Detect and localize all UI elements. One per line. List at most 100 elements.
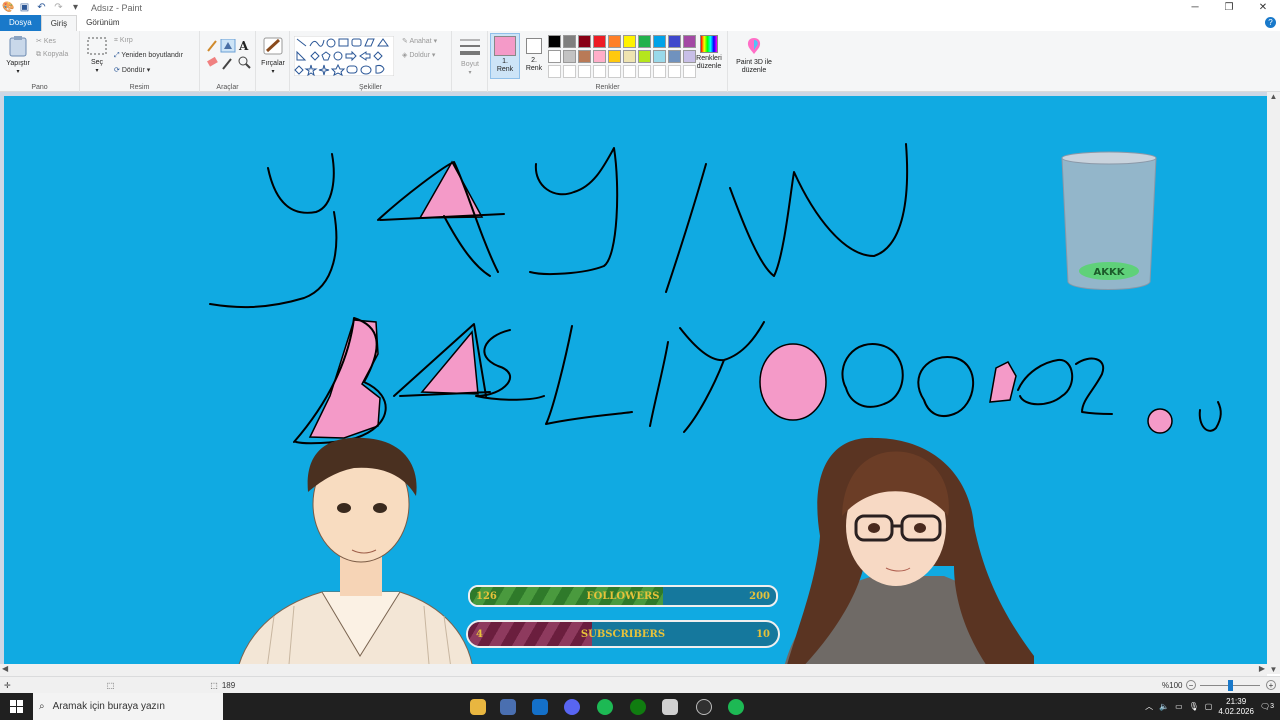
color2-button[interactable]: 2. Renk — [520, 33, 548, 79]
cut-button[interactable]: ✂ Kes — [36, 37, 56, 45]
palette-swatch[interactable] — [638, 35, 651, 48]
palette-swatch[interactable] — [548, 35, 561, 48]
paint-taskbar-icon[interactable] — [662, 699, 678, 715]
palette-swatch[interactable] — [593, 50, 606, 63]
cut-label: Kes — [43, 38, 56, 45]
ribbon: Yapıştır ▾ ✂ Kes ⧉ Kopyala Pano Seç ▾ ⌗ … — [0, 31, 1280, 92]
color-picker-icon[interactable] — [222, 58, 232, 70]
rotate-button[interactable]: ⟳ Döndür ▾ — [114, 66, 150, 74]
brushes-button[interactable]: Fırçalar ▾ — [258, 35, 288, 76]
notification-icon[interactable]: 🗨 — [1260, 702, 1270, 711]
size-label: Boyut — [461, 61, 479, 68]
tray-overflow-icon[interactable]: ︿ — [1145, 701, 1153, 712]
taskbar-clock[interactable]: 21:39 4.02.2026 — [1218, 697, 1254, 717]
vertical-scrollbar[interactable]: ▲ ▼ — [1267, 92, 1280, 674]
copy-button[interactable]: ⧉ Kopyala — [36, 51, 68, 59]
tab-view[interactable]: Görünüm — [77, 15, 128, 31]
palette-swatch-empty[interactable] — [638, 65, 651, 78]
size-button[interactable]: Boyut ▾ — [456, 36, 484, 77]
brushes-label: Fırçalar — [261, 60, 285, 67]
palette-swatch[interactable] — [563, 35, 576, 48]
window-title: Adsız - Paint — [91, 2, 143, 13]
palette-swatch[interactable] — [548, 50, 561, 63]
undo-icon[interactable]: ↶ — [36, 2, 47, 13]
outline-button[interactable]: ✎ Anahat ▾ — [402, 37, 437, 45]
display-icon[interactable]: ▢ — [1205, 702, 1213, 711]
palette-swatch-empty[interactable] — [623, 65, 636, 78]
palette-swatch[interactable] — [638, 50, 651, 63]
crop-button[interactable]: ⌗ Kırp — [114, 37, 133, 45]
edit-colors-button[interactable]: Renkleri düzenle — [692, 35, 726, 71]
select-button[interactable]: Seç ▾ — [84, 36, 110, 75]
network-icon[interactable]: ▭ — [1175, 702, 1183, 711]
obs-icon[interactable] — [696, 699, 712, 715]
horizontal-scrollbar[interactable]: ◀ ▶ — [0, 664, 1267, 676]
minimize-button[interactable]: ─ — [1178, 0, 1212, 15]
fill-button[interactable]: ◈ Doldur ▾ — [402, 51, 435, 59]
tab-file[interactable]: Dosya — [0, 15, 41, 31]
palette-swatch[interactable] — [653, 35, 666, 48]
zoom-slider-thumb[interactable] — [1228, 680, 1233, 691]
palette-swatch[interactable] — [608, 50, 621, 63]
palette-swatch-empty[interactable] — [563, 65, 576, 78]
rotate-icon: ⟳ — [114, 67, 122, 74]
xbox-icon[interactable] — [630, 699, 646, 715]
start-button[interactable] — [10, 700, 23, 716]
palette-swatch[interactable] — [578, 35, 591, 48]
scroll-down-icon[interactable]: ▼ — [1267, 665, 1280, 674]
palette-swatch-empty[interactable] — [608, 65, 621, 78]
help-icon[interactable]: ? — [1265, 17, 1276, 28]
spotify-icon[interactable] — [597, 699, 613, 715]
palette-swatch[interactable] — [623, 50, 636, 63]
redo-icon[interactable]: ↷ — [53, 2, 64, 13]
file-explorer-icon[interactable] — [470, 699, 486, 715]
palette-swatch-empty[interactable] — [653, 65, 666, 78]
stroke-i — [665, 163, 707, 293]
brush-icon — [263, 37, 283, 55]
eraser-icon[interactable] — [207, 56, 218, 67]
outlook-icon[interactable] — [532, 699, 548, 715]
palette-swatch[interactable] — [578, 50, 591, 63]
scroll-right-icon[interactable]: ▶ — [1259, 664, 1265, 673]
palette-swatch-empty[interactable] — [578, 65, 591, 78]
palette-swatch-empty[interactable] — [593, 65, 606, 78]
fill-icon[interactable] — [220, 39, 236, 53]
spotify-icon-2[interactable] — [728, 699, 744, 715]
color1-button[interactable]: 1. Renk — [490, 33, 520, 79]
tab-home[interactable]: Giriş — [40, 15, 78, 31]
close-button[interactable]: ✕ — [1246, 0, 1280, 15]
palette-swatch[interactable] — [668, 35, 681, 48]
paint-app-icon: 🎨 — [2, 2, 15, 13]
colors-group: 1. Renk 2. Renk Renkleri düzenle Renkler — [488, 31, 728, 92]
fill-label: Doldur — [409, 52, 430, 59]
restore-button[interactable]: ❐ — [1212, 0, 1246, 15]
palette-swatch[interactable] — [668, 50, 681, 63]
palette-swatch-empty[interactable] — [668, 65, 681, 78]
save-icon[interactable]: ▣ — [19, 2, 30, 13]
scroll-left-icon[interactable]: ◀ — [2, 664, 8, 673]
image-group: Seç ▾ ⌗ Kırp ⤢ Yeniden boyutlandır ⟳ Dön… — [80, 31, 200, 92]
microphone-icon[interactable]: 🎙 — [1189, 702, 1199, 711]
paint3d-button[interactable]: Paint 3D ile düzenle — [730, 36, 778, 75]
scroll-up-icon[interactable]: ▲ — [1267, 92, 1280, 101]
paste-button[interactable]: Yapıştır ▾ — [4, 35, 32, 76]
store-icon[interactable] — [500, 699, 516, 715]
palette-swatch[interactable] — [563, 50, 576, 63]
discord-icon[interactable] — [564, 699, 580, 715]
drawing-canvas[interactable]: AKKK 126 FOLLOWERS 200 4 SUBSCRIBERS 10 — [4, 96, 1267, 666]
magnifier-icon[interactable] — [238, 56, 251, 69]
customize-qat-icon[interactable]: ▾ — [70, 2, 81, 13]
palette-swatch[interactable] — [653, 50, 666, 63]
pencil-icon[interactable] — [207, 40, 217, 52]
taskbar-search-box[interactable]: ⌕ Aramak için buraya yazın — [33, 693, 223, 720]
shapes-gallery[interactable] — [294, 36, 394, 76]
text-icon[interactable]: A — [238, 39, 249, 53]
resize-button[interactable]: ⤢ Yeniden boyutlandır — [114, 52, 183, 60]
palette-swatch[interactable] — [623, 35, 636, 48]
zoom-in-button[interactable]: + — [1266, 680, 1276, 690]
speaker-icon[interactable]: 🔈 — [1159, 702, 1169, 711]
palette-swatch[interactable] — [593, 35, 606, 48]
zoom-out-button[interactable]: − — [1186, 680, 1196, 690]
palette-swatch[interactable] — [608, 35, 621, 48]
palette-swatch-empty[interactable] — [548, 65, 561, 78]
